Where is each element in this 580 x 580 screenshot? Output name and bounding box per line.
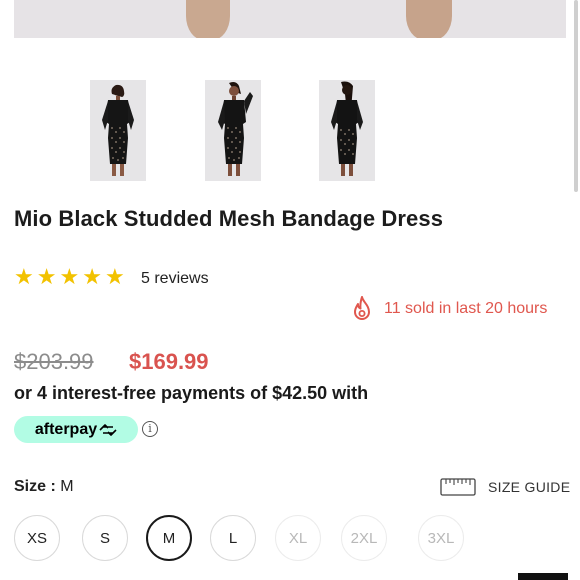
fire-icon	[354, 296, 370, 320]
size-guide-label: SIZE GUIDE	[488, 479, 571, 495]
size-label: Size : M	[14, 478, 74, 496]
sold-text: 11 sold in last 20 hours	[384, 300, 548, 317]
dress-front-alt-thumbnail	[205, 80, 261, 181]
original-price: $203.99	[14, 349, 94, 374]
ruler-icon	[440, 478, 476, 496]
dress-back-thumbnail	[319, 80, 375, 181]
thumbnail-front[interactable]	[90, 80, 146, 181]
size-option-l[interactable]: L	[210, 515, 256, 561]
size-option-xl[interactable]: XL	[275, 515, 321, 561]
installments-text: or 4 interest-free payments of $42.50 wi…	[14, 383, 369, 403]
product-title: Mio Black Studded Mesh Bandage Dress	[14, 206, 444, 231]
thumbnail-back[interactable]	[319, 80, 375, 181]
star-icon: ★	[104, 264, 125, 289]
rating-stars[interactable]: ★ ★ ★ ★ ★	[14, 266, 125, 288]
model-leg-left	[186, 0, 230, 38]
info-icon[interactable]: i	[142, 421, 158, 437]
size-option-m[interactable]: M	[146, 515, 192, 561]
star-icon: ★	[36, 264, 57, 289]
afterpay-arrows-icon	[99, 423, 117, 436]
selected-size-value: M	[60, 478, 74, 495]
size-option-3xl[interactable]: 3XL	[418, 515, 464, 561]
page-scrollbar[interactable]	[574, 0, 578, 192]
chat-widget-edge[interactable]	[518, 573, 568, 580]
sale-price: $169.99	[129, 349, 209, 374]
afterpay-badge[interactable]: afterpay	[14, 416, 138, 443]
star-icon: ★	[59, 264, 80, 289]
reviews-link[interactable]: 5 reviews	[141, 270, 209, 288]
model-leg-right	[406, 0, 452, 38]
size-option-2xl[interactable]: 2XL	[341, 515, 387, 561]
sold-recently-indicator: 11 sold in last 20 hours	[350, 296, 547, 322]
dress-front-thumbnail	[90, 80, 146, 181]
size-option-xs[interactable]: XS	[14, 515, 60, 561]
size-option-s[interactable]: S	[82, 515, 128, 561]
product-main-image[interactable]	[14, 0, 566, 38]
size-guide-button[interactable]: SIZE GUIDE	[440, 478, 570, 496]
thumbnail-front-alt[interactable]	[205, 80, 261, 181]
star-icon: ★	[82, 264, 102, 289]
afterpay-label: afterpay	[34, 420, 98, 438]
star-icon: ★	[14, 264, 34, 289]
size-label-text: Size :	[14, 478, 56, 495]
